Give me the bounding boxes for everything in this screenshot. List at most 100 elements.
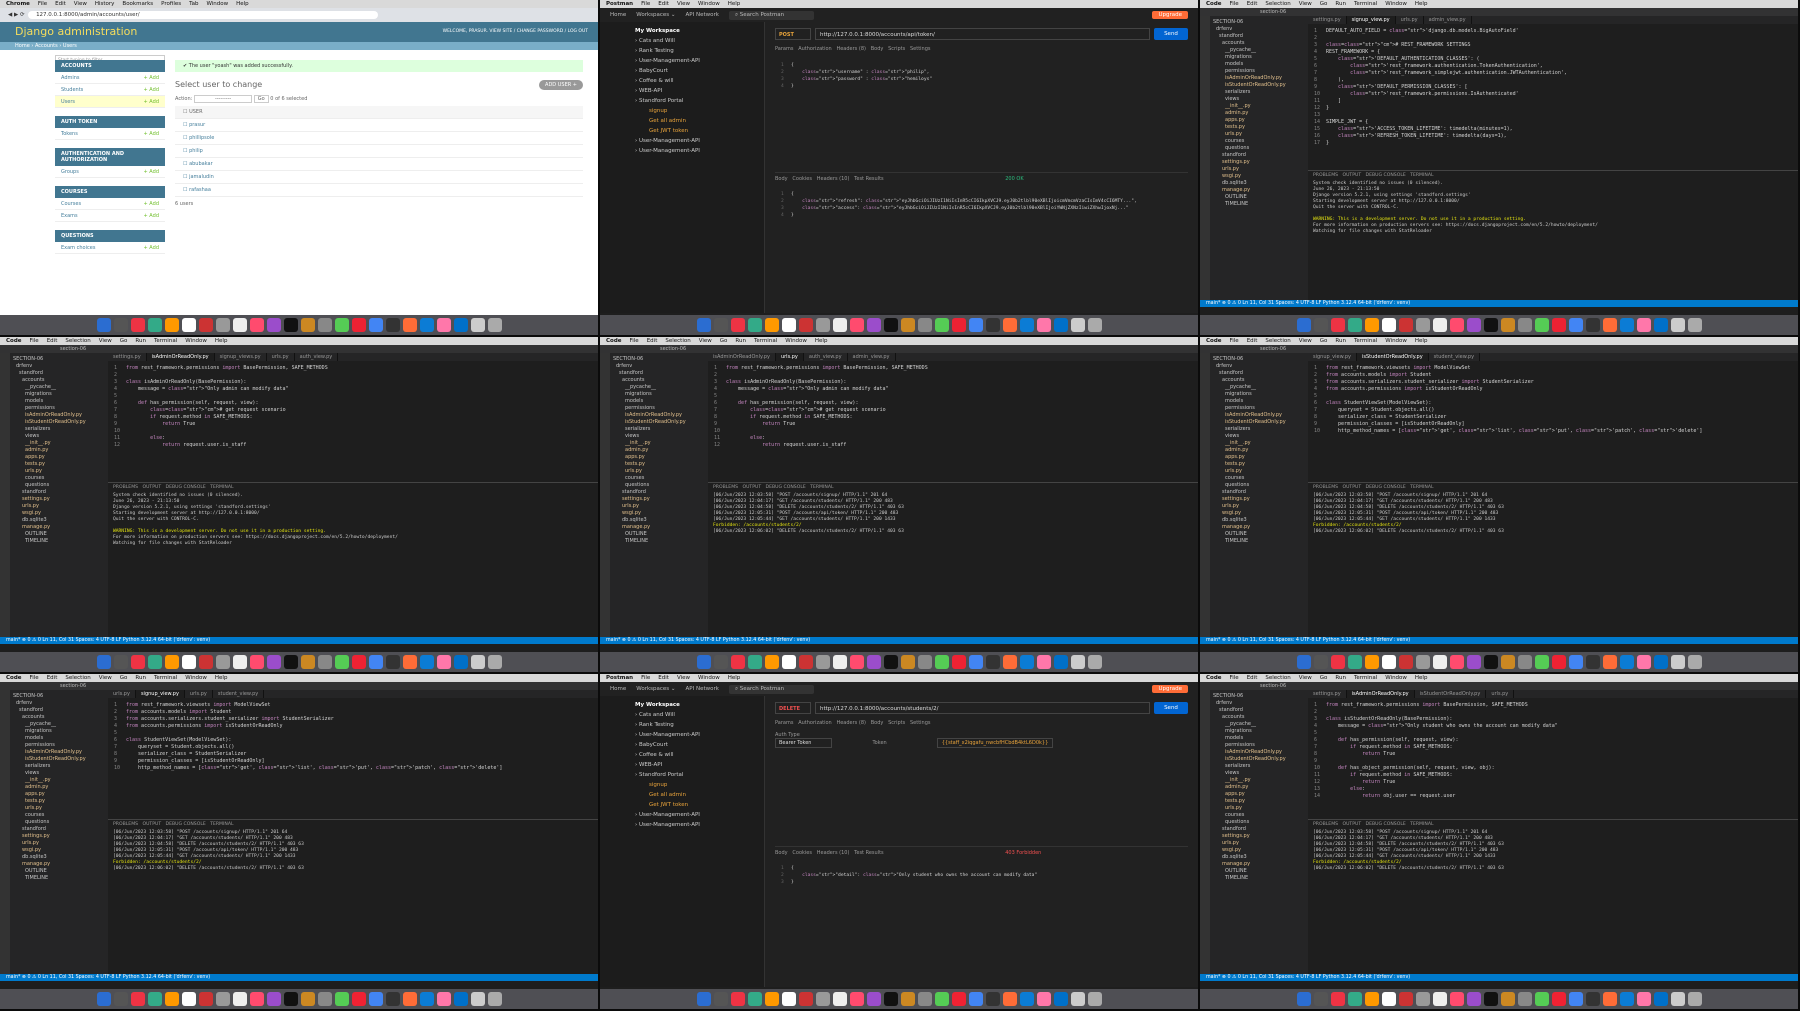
dock-app-icon[interactable] bbox=[1381, 318, 1396, 332]
dock-app-icon[interactable] bbox=[487, 318, 502, 332]
explorer-item[interactable]: admin.py bbox=[613, 447, 705, 454]
explorer-item[interactable]: wsgi.py bbox=[13, 510, 105, 517]
dock-app-icon[interactable] bbox=[181, 318, 196, 332]
dock-app-icon[interactable] bbox=[453, 318, 468, 332]
explorer-item[interactable]: models bbox=[1213, 735, 1305, 742]
explorer-item[interactable]: standford bbox=[1213, 33, 1305, 40]
explorer-item[interactable]: isAdminOrReadOnly.py bbox=[13, 749, 105, 756]
explorer-item[interactable]: __pycache__ bbox=[1213, 47, 1305, 54]
dock-app-icon[interactable] bbox=[334, 992, 349, 1006]
dock-app-icon[interactable] bbox=[436, 655, 451, 669]
explorer-item[interactable]: __init__.py bbox=[1213, 103, 1305, 110]
dock-app-icon[interactable] bbox=[453, 992, 468, 1006]
terminal-panel[interactable]: PROBLEMS OUTPUT DEBUG CONSOLE TERMINAL [0… bbox=[1308, 819, 1798, 974]
explorer-item[interactable]: urls.py bbox=[13, 840, 105, 847]
explorer-item[interactable]: __pycache__ bbox=[613, 384, 705, 391]
explorer-item[interactable]: OUTLINE bbox=[1213, 531, 1305, 538]
explorer-item[interactable]: courses bbox=[1213, 138, 1305, 145]
explorer-item[interactable]: migrations bbox=[13, 391, 105, 398]
explorer-item[interactable]: apps.py bbox=[13, 454, 105, 461]
dock-app-icon[interactable] bbox=[832, 655, 847, 669]
home-tab[interactable]: Home bbox=[610, 12, 626, 18]
address-bar[interactable]: ◀ ▶ ⟳ 127.0.0.1:8000/admin/accounts/user… bbox=[0, 8, 598, 22]
menu-item[interactable]: Go bbox=[120, 675, 128, 681]
menu-item[interactable]: File bbox=[38, 1, 47, 7]
menu-item[interactable]: File bbox=[629, 338, 638, 344]
explorer-item[interactable]: urls.py bbox=[13, 468, 105, 475]
dock-app-icon[interactable] bbox=[1483, 992, 1498, 1006]
dock-app-icon[interactable] bbox=[1002, 655, 1017, 669]
menu-item[interactable]: Profiles bbox=[161, 1, 181, 7]
dock-app-icon[interactable] bbox=[917, 655, 932, 669]
auth-type-select[interactable]: Bearer Token bbox=[775, 738, 833, 748]
explorer-item[interactable]: views bbox=[13, 433, 105, 440]
menu-item[interactable]: File bbox=[641, 675, 650, 681]
explorer-item[interactable]: questions bbox=[1213, 482, 1305, 489]
dock-app-icon[interactable] bbox=[951, 655, 966, 669]
explorer-item[interactable]: accounts bbox=[1213, 40, 1305, 47]
explorer-item[interactable]: db.sqlite3 bbox=[613, 517, 705, 524]
search-input[interactable]: ⌕ Search Postman bbox=[728, 684, 815, 694]
explorer-item[interactable]: drfenv bbox=[1213, 700, 1305, 707]
app-caption[interactable]: AUTH TOKEN bbox=[55, 116, 165, 128]
explorer-item[interactable]: apps.py bbox=[613, 454, 705, 461]
explorer-item[interactable]: standford bbox=[1213, 370, 1305, 377]
dock-app-icon[interactable] bbox=[249, 992, 264, 1006]
explorer-item[interactable]: permissions bbox=[613, 405, 705, 412]
terminal-panel[interactable]: PROBLEMS OUTPUT DEBUG CONSOLE TERMINAL Sy… bbox=[1308, 170, 1798, 300]
explorer-item[interactable]: SECTION-06 bbox=[613, 356, 705, 363]
explorer-item[interactable]: manage.py bbox=[613, 524, 705, 531]
editor-tab[interactable]: settings.py bbox=[108, 353, 147, 361]
menu-item[interactable]: Terminal bbox=[754, 338, 777, 344]
explorer-item[interactable]: tests.py bbox=[13, 461, 105, 468]
dock-app-icon[interactable] bbox=[1449, 655, 1464, 669]
menu-item[interactable]: Help bbox=[728, 675, 741, 681]
dock-app-icon[interactable] bbox=[1619, 318, 1634, 332]
collection-item[interactable]: › Coffee & will bbox=[635, 750, 764, 760]
explorer-item[interactable]: isStudentOrReadOnly.py bbox=[1213, 756, 1305, 763]
menu-item[interactable]: Help bbox=[236, 1, 249, 7]
send-button[interactable]: Send bbox=[1154, 702, 1188, 714]
collection-item[interactable]: › User-Management-API bbox=[635, 730, 764, 740]
dock-app-icon[interactable] bbox=[1036, 318, 1051, 332]
model-link[interactable]: Students + Add bbox=[55, 84, 165, 96]
menu-item[interactable]: Window bbox=[785, 338, 807, 344]
dock-app-icon[interactable] bbox=[1500, 655, 1515, 669]
menu-item[interactable]: Selection bbox=[1265, 1, 1290, 7]
editor-tab[interactable]: urls.py bbox=[1486, 690, 1515, 698]
dock-app-icon[interactable] bbox=[113, 318, 128, 332]
request-body[interactable]: 1{ 2 class="str">"username" : class="str… bbox=[775, 58, 1188, 94]
explorer-item[interactable]: standford bbox=[13, 826, 105, 833]
dock-app-icon[interactable] bbox=[1602, 318, 1617, 332]
dock-app-icon[interactable] bbox=[798, 318, 813, 332]
menu-item[interactable]: Bookmarks bbox=[122, 1, 153, 7]
dock-app-icon[interactable] bbox=[1087, 992, 1102, 1006]
collection-item[interactable]: › WEB-API bbox=[635, 760, 764, 770]
table-row[interactable]: ☐ jamaludin bbox=[175, 171, 583, 184]
dock-app-icon[interactable] bbox=[1568, 318, 1583, 332]
explorer-item[interactable]: urls.py bbox=[13, 503, 105, 510]
table-row[interactable]: ☐ philip bbox=[175, 145, 583, 158]
menu-item[interactable]: Help bbox=[815, 338, 828, 344]
dock-app-icon[interactable] bbox=[1381, 992, 1396, 1006]
explorer-item[interactable]: isStudentOrReadOnly.py bbox=[13, 756, 105, 763]
dock-app-icon[interactable] bbox=[883, 992, 898, 1006]
dock-app-icon[interactable] bbox=[1347, 992, 1362, 1006]
dock-app-icon[interactable] bbox=[1432, 655, 1447, 669]
menu-item[interactable]: File bbox=[1229, 675, 1238, 681]
dock-app-icon[interactable] bbox=[436, 992, 451, 1006]
dock-app-icon[interactable] bbox=[1070, 992, 1085, 1006]
dock-app-icon[interactable] bbox=[832, 992, 847, 1006]
explorer-item[interactable]: settings.py bbox=[1213, 159, 1305, 166]
dock-app-icon[interactable] bbox=[1070, 655, 1085, 669]
explorer-item[interactable]: db.sqlite3 bbox=[1213, 854, 1305, 861]
dock-app-icon[interactable] bbox=[419, 318, 434, 332]
explorer-item[interactable]: wsgi.py bbox=[613, 510, 705, 517]
explorer-item[interactable]: drfenv bbox=[1213, 363, 1305, 370]
explorer-item[interactable]: standford bbox=[613, 370, 705, 377]
dock-app-icon[interactable] bbox=[1551, 318, 1566, 332]
terminal-panel[interactable]: PROBLEMS OUTPUT DEBUG CONSOLE TERMINAL [0… bbox=[1308, 482, 1798, 637]
dock-app-icon[interactable] bbox=[283, 655, 298, 669]
explorer-item[interactable]: TIMELINE bbox=[1213, 538, 1305, 545]
menu-item[interactable]: Selection bbox=[665, 338, 690, 344]
